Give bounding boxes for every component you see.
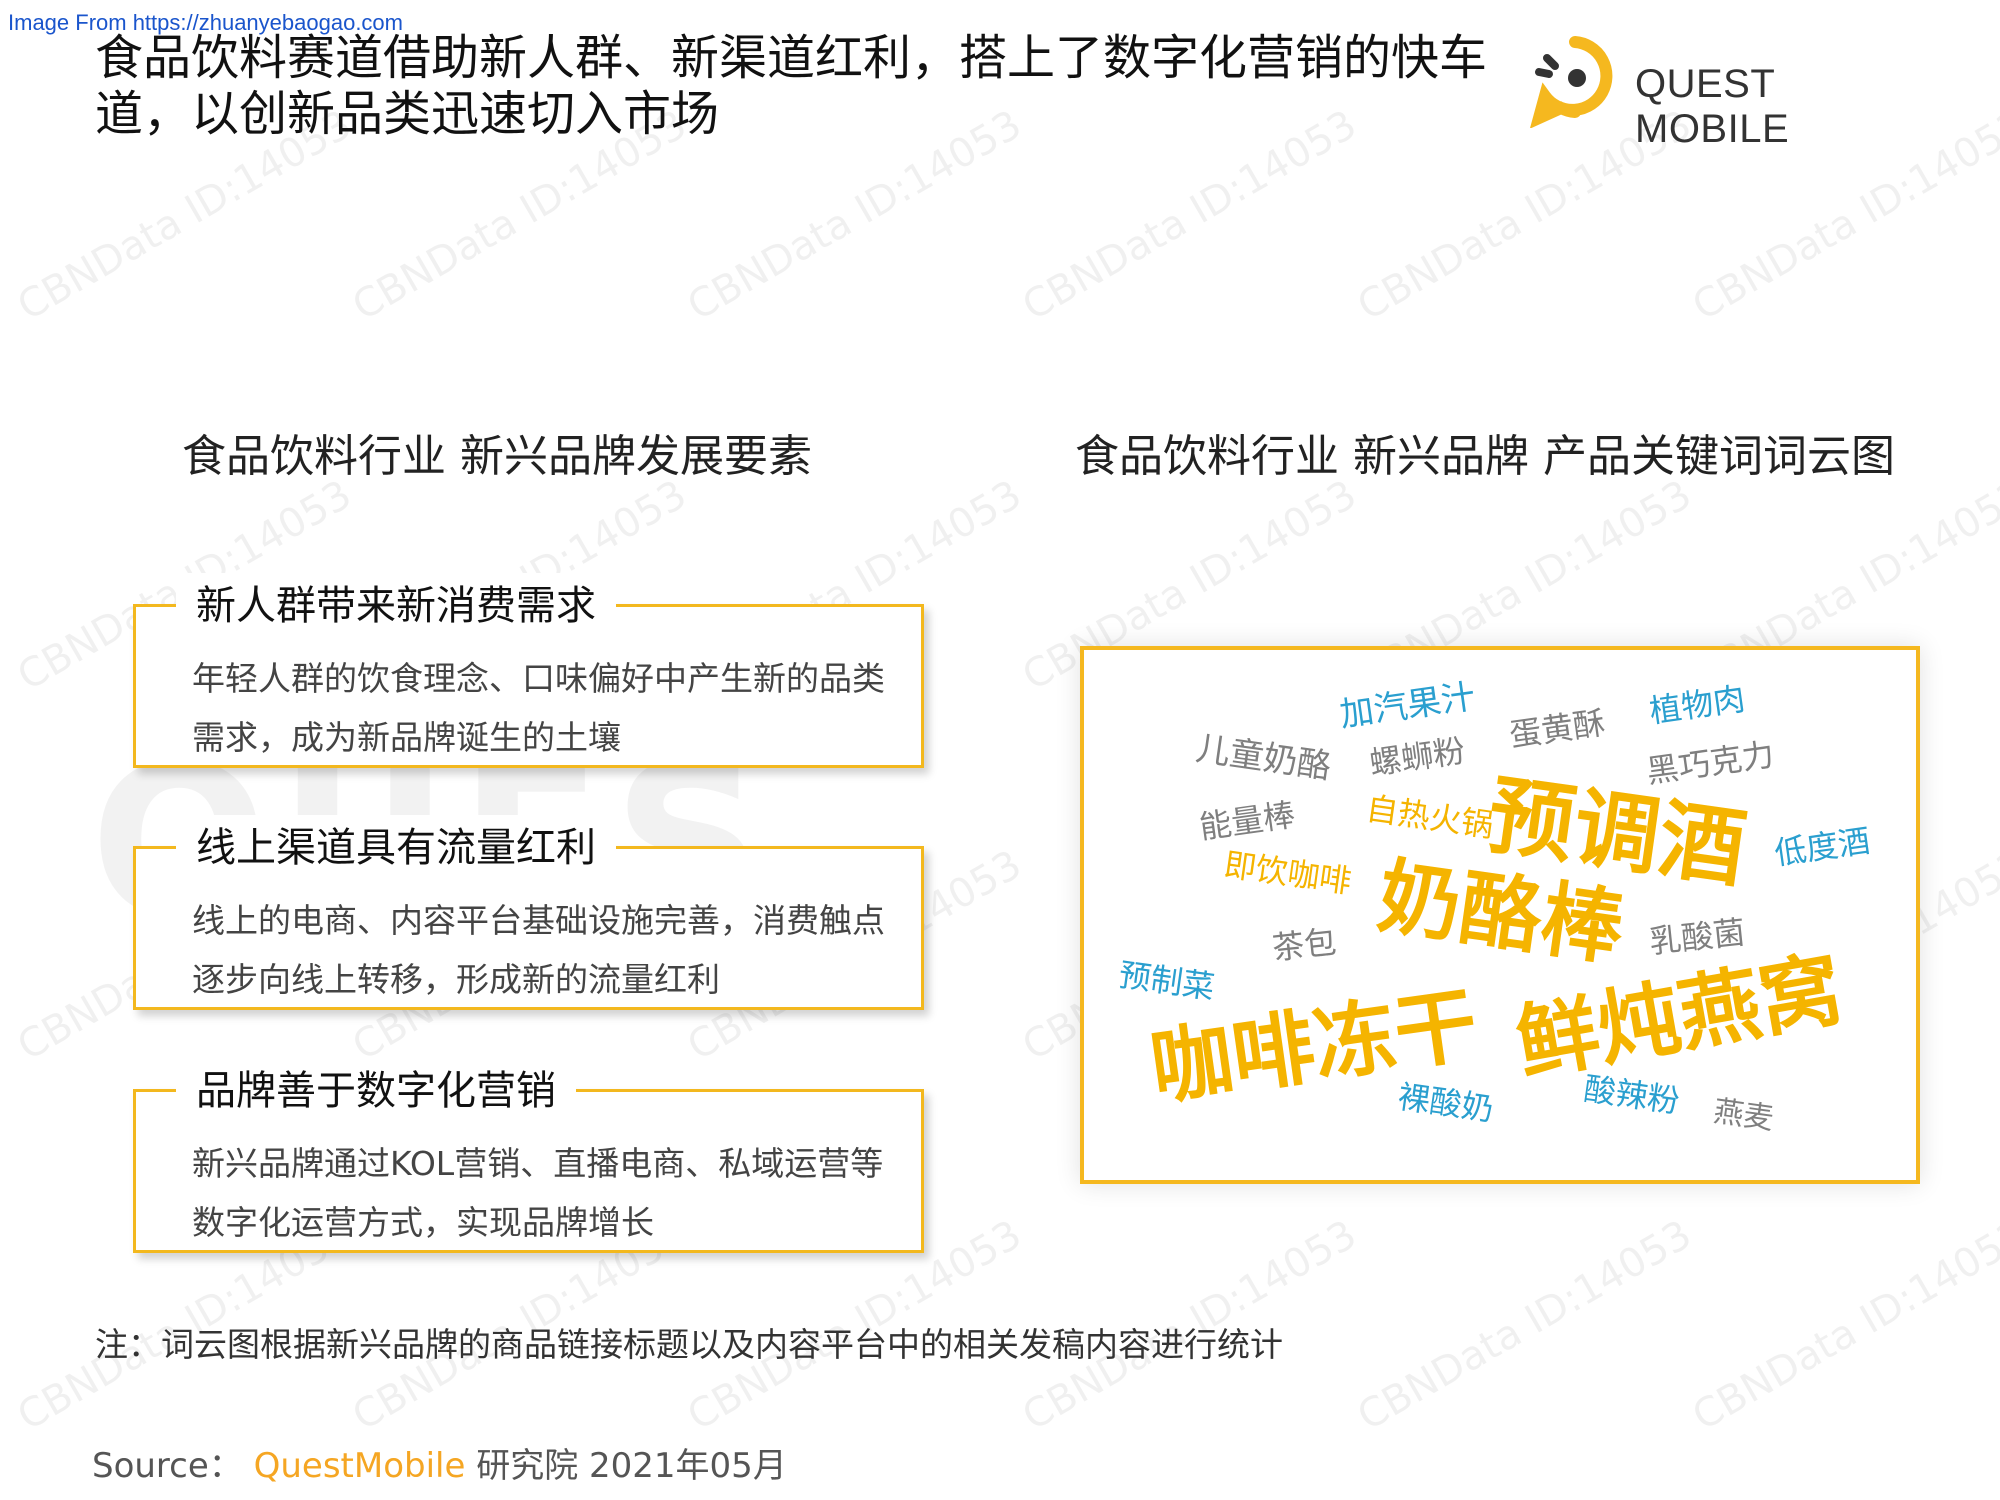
watermark-text: CBNData ID:14053 [1350,1211,1700,1440]
word-cloud-keyword: 植物肉 [1647,679,1748,731]
word-cloud-keyword: 儿童奶酪 [1193,728,1334,788]
source-rest: 研究院 2021年05月 [476,1446,787,1486]
word-cloud-keyword: 螺蛳粉 [1367,731,1468,783]
source-line: Source： QuestMobile 研究院 2021年05月 [92,1438,787,1487]
factor-card-online-channels: 线上渠道具有流量红利 线上的电商、内容平台基础设施完善，消费触点逐步向线上转移，… [133,815,924,1010]
word-cloud-keyword: 即饮咖啡 [1221,845,1354,901]
quest-mobile-logo-text: QUEST MOBILE [1635,62,1790,151]
right-section-title: 食品饮料行业 新兴品牌 产品关键词词云图 [1075,431,1895,482]
word-cloud-keyword: 茶包 [1270,922,1339,968]
word-cloud: 加汽果汁 蛋黄酥 植物肉 儿童奶酪 螺蛳粉 黑巧克力 能量棒 自热火锅 预调酒 低度酒 即饮咖啡 奶酪… [1080,646,1920,1184]
word-cloud-keyword: 燕麦 [1711,1093,1776,1137]
factor-card-body: 新兴品牌通过KOL营销、直播电商、私域运营等数字化运营方式，实现品牌增长 [192,1144,884,1242]
word-cloud-keyword: 低度酒 [1772,821,1873,873]
word-cloud-keyword: 裸酸奶 [1395,1077,1496,1129]
factor-card-head: 新人群带来新消费需求 [176,573,616,631]
footnote: 注：词云图根据新兴品牌的商品链接标题以及内容平台中的相关发稿内容进行统计 [95,1325,1283,1364]
page-title: 食品饮料赛道借助新人群、新渠道红利，搭上了数字化营销的快车道，以创新品类迅速切入… [95,30,1488,142]
quest-mobile-logo-icon [1530,36,1613,128]
source-brand: QuestMobile [253,1446,466,1486]
factor-card-body: 年轻人群的饮食理念、口味偏好中产生新的品类需求，成为新品牌诞生的土壤 [192,659,885,757]
word-cloud-keyword: 能量棒 [1197,795,1298,847]
factor-card-head: 品牌善于数字化营销 [176,1058,576,1116]
source-label: Source： [92,1446,243,1486]
watermark-text: CBNData ID:14053 [1685,1211,2000,1440]
factor-card-body: 线上的电商、内容平台基础设施完善，消费触点逐步向线上转移，形成新的流量红利 [192,901,885,999]
factor-card-new-consumers: 新人群带来新消费需求 年轻人群的饮食理念、口味偏好中产生新的品类需求，成为新品牌… [133,573,924,768]
quest-mobile-logo: QUEST MOBILE [1525,28,1925,151]
factor-card-head: 线上渠道具有流量红利 [176,815,616,873]
word-cloud-keyword: 酸辣粉 [1581,1069,1682,1121]
factor-card-digital-marketing: 品牌善于数字化营销 新兴品牌通过KOL营销、直播电商、私域运营等数字化运营方式，… [133,1058,924,1253]
left-section-title: 食品饮料行业 新兴品牌发展要素 [182,431,812,482]
